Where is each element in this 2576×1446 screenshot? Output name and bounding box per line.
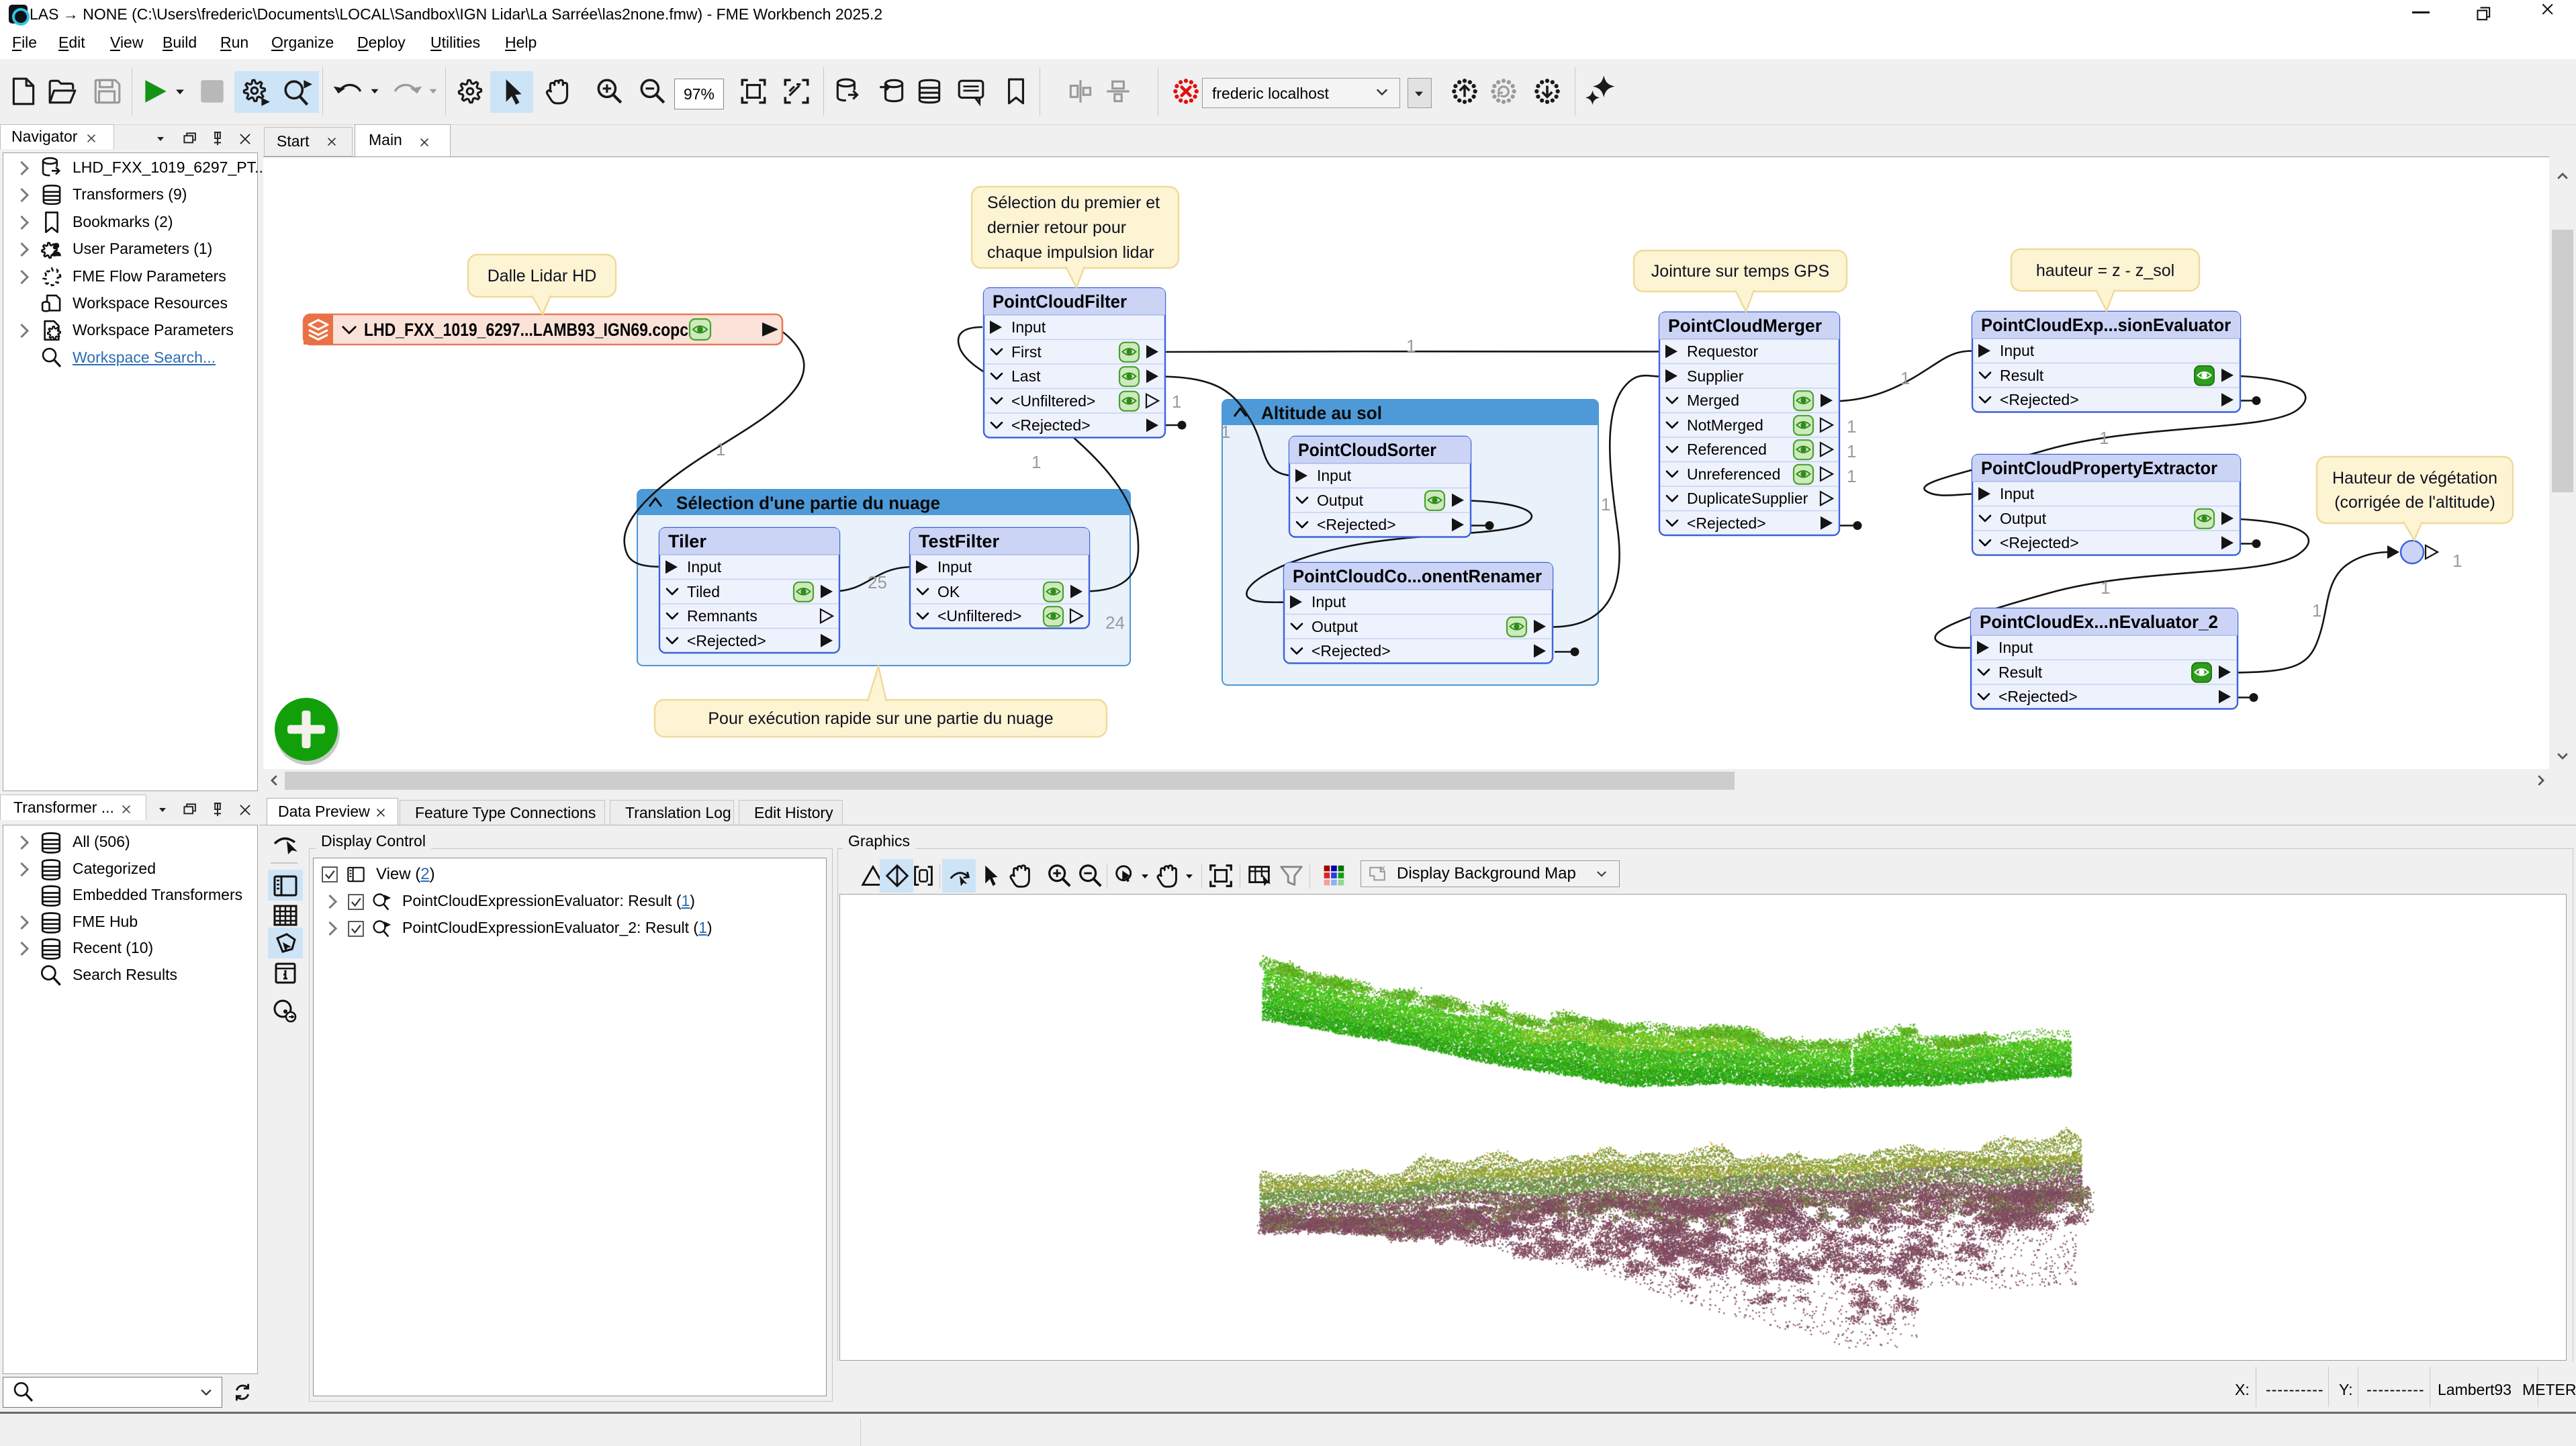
svg-text:Pour exécution rapide sur une: Pour exécution rapide sur une partie du … (708, 709, 1053, 728)
svg-text:TestFilter: TestFilter (919, 531, 999, 551)
svg-text:1: 1 (1847, 466, 1856, 486)
svg-text:dernier retour pour: dernier retour pour (987, 218, 1126, 237)
svg-text:<Rejected>: <Rejected> (1011, 416, 1091, 434)
svg-text:<Unfiltered>: <Unfiltered> (937, 607, 1021, 625)
svg-text:LHD_FXX_1019_6297...LAMB93_IGN: LHD_FXX_1019_6297...LAMB93_IGN69.copc (364, 320, 688, 340)
svg-text:Unreferenced: Unreferenced (1687, 465, 1780, 483)
svg-text:Tiled: Tiled (687, 583, 720, 600)
svg-text:Input: Input (1312, 593, 1346, 611)
svg-text:PointCloudEx...nEvaluator_2: PointCloudEx...nEvaluator_2 (1980, 612, 2218, 632)
svg-text:<Rejected>: <Rejected> (2000, 391, 2079, 408)
svg-text:PointCloudFilter: PointCloudFilter (993, 291, 1127, 312)
svg-text:PointCloudExp...sionEvaluator: PointCloudExp...sionEvaluator (1981, 315, 2231, 335)
svg-text:Hauteur de végétation: Hauteur de végétation (2332, 469, 2497, 488)
svg-text:Result: Result (1998, 664, 2043, 681)
svg-text:Output: Output (1317, 492, 1364, 509)
svg-text:24: 24 (1105, 613, 1125, 633)
svg-text:PointCloudCo...onentRenamer: PointCloudCo...onentRenamer (1293, 566, 1542, 586)
svg-text:(corrigée de l'altitude): (corrigée de l'altitude) (2334, 493, 2495, 512)
svg-text:Input: Input (1011, 318, 1046, 336)
svg-text:Supplier: Supplier (1687, 367, 1744, 385)
svg-text:1: 1 (1601, 494, 1610, 514)
svg-text:Sélection du premier et: Sélection du premier et (987, 193, 1160, 212)
svg-text:<Unfiltered>: <Unfiltered> (1011, 392, 1095, 410)
svg-text:1: 1 (1847, 441, 1856, 461)
svg-text:Input: Input (1317, 467, 1352, 484)
svg-text:Output: Output (1312, 618, 1359, 635)
svg-text:Input: Input (2000, 342, 2035, 359)
svg-text:hauteur = z - z_sol: hauteur = z - z_sol (2036, 261, 2174, 280)
svg-text:Requestor: Requestor (1687, 343, 1758, 360)
svg-text:NotMerged: NotMerged (1687, 416, 1763, 434)
svg-text:Result: Result (2000, 367, 2044, 384)
svg-text:1: 1 (1847, 416, 1856, 437)
svg-text:<Rejected>: <Rejected> (1687, 514, 1766, 532)
svg-text:Input: Input (937, 558, 972, 576)
svg-text:Merged: Merged (1687, 392, 1739, 409)
svg-text:25: 25 (868, 572, 887, 592)
svg-text:<Rejected>: <Rejected> (1312, 642, 1391, 660)
svg-text:1: 1 (1900, 368, 1910, 388)
svg-text:1: 1 (2101, 578, 2110, 598)
svg-text:chaque impulsion lidar: chaque impulsion lidar (987, 243, 1154, 262)
svg-text:Last: Last (1011, 367, 1041, 385)
svg-text:Remnants: Remnants (687, 607, 757, 625)
svg-text:PointCloudMerger: PointCloudMerger (1668, 316, 1822, 336)
svg-text:1: 1 (1406, 336, 1416, 356)
svg-text:OK: OK (937, 583, 960, 600)
svg-text:Tiler: Tiler (668, 531, 706, 551)
svg-text:Input: Input (1998, 639, 2033, 656)
svg-text:<Rejected>: <Rejected> (1317, 516, 1396, 533)
svg-text:Input: Input (687, 558, 722, 576)
svg-text:<Rejected>: <Rejected> (1998, 688, 2078, 705)
svg-text:<Rejected>: <Rejected> (2000, 534, 2079, 551)
svg-text:1: 1 (1221, 422, 1230, 442)
svg-text:1: 1 (2099, 428, 2109, 448)
svg-text:First: First (1011, 343, 1042, 361)
svg-text:1: 1 (1031, 452, 1041, 472)
svg-text:1: 1 (2312, 600, 2321, 621)
svg-text:PointCloudPropertyExtractor: PointCloudPropertyExtractor (1981, 458, 2217, 478)
svg-text:DuplicateSupplier: DuplicateSupplier (1687, 490, 1808, 507)
svg-text:Altitude au sol: Altitude au sol (1261, 403, 1382, 423)
svg-text:Output: Output (2000, 510, 2047, 527)
svg-text:1: 1 (716, 439, 725, 459)
svg-text:1: 1 (1172, 392, 1181, 412)
svg-text:1: 1 (2452, 551, 2462, 571)
svg-text:<Rejected>: <Rejected> (687, 632, 766, 649)
svg-text:Input: Input (2000, 485, 2035, 502)
svg-text:Jointure sur temps GPS: Jointure sur temps GPS (1651, 262, 1829, 281)
svg-text:Dalle Lidar HD: Dalle Lidar HD (488, 267, 597, 285)
svg-text:PointCloudSorter: PointCloudSorter (1298, 440, 1436, 460)
svg-text:Referenced: Referenced (1687, 441, 1767, 458)
svg-text:Sélection d'une partie du nuag: Sélection d'une partie du nuage (676, 493, 940, 513)
